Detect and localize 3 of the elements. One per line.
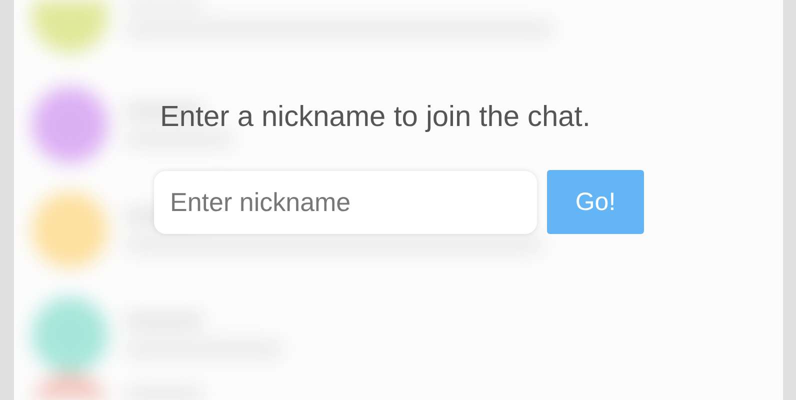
go-button[interactable]: Go! [547,170,644,234]
nickname-input[interactable]: Enter nickname [154,170,537,234]
join-prompt: Enter a nickname to join the chat. [160,100,592,135]
